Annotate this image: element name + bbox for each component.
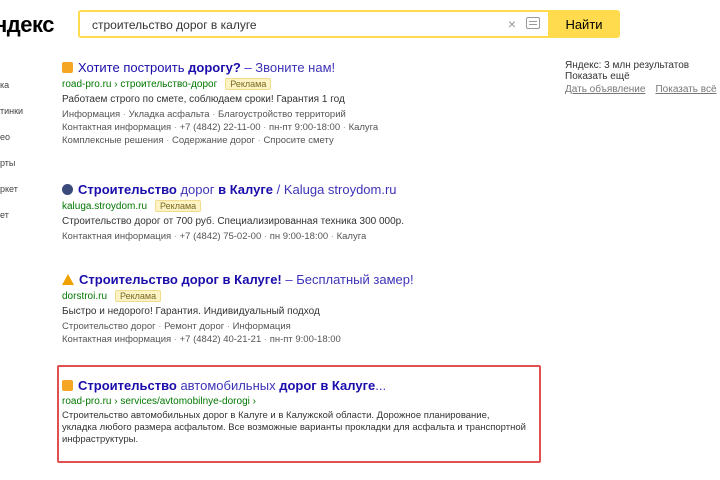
search-button[interactable]: Найти bbox=[548, 10, 620, 38]
result-url[interactable]: road-pro.ru › строительство-дорог Реклама bbox=[62, 78, 532, 90]
search-result: Строительство дорог в Калуге! – Бесплатн… bbox=[62, 272, 532, 345]
yandex-logo[interactable]: ндекс bbox=[0, 12, 54, 38]
ad-badge: Реклама bbox=[155, 200, 202, 212]
phone: +7 (4842) 22-11-00 bbox=[171, 122, 260, 133]
result-snippet: Работаем строго по смете, соблюдаем срок… bbox=[62, 94, 345, 105]
search-result: Строительство дорог в Калуге / Kaluga st… bbox=[62, 182, 532, 242]
hours: пн-пт 9:00-18:00 bbox=[261, 334, 341, 345]
sitelinks: ИнформацияУкладка асфальтаБлагоустройств… bbox=[62, 109, 532, 120]
result-title[interactable]: Строительство дорог в Калуге / Kaluga st… bbox=[62, 182, 532, 197]
extra-links: Комплексные решенияСодержание дорогСпрос… bbox=[62, 135, 532, 146]
results-count: Яндекс: 3 млн результатов bbox=[565, 60, 690, 71]
result-url[interactable]: kaluga.stroydom.ru Реклама bbox=[62, 200, 532, 212]
contact-line: Контактная информация+7 (4842) 75-02-00п… bbox=[62, 231, 532, 242]
sitelink[interactable]: Информация bbox=[224, 321, 291, 332]
search-result: Хотите построить дорогу? – Звоните нам! … bbox=[62, 60, 532, 146]
contact-link[interactable]: Контактная информация bbox=[62, 334, 171, 345]
keyboard-icon[interactable] bbox=[526, 17, 540, 29]
favicon-icon bbox=[62, 184, 73, 195]
nav-item[interactable]: ркет bbox=[0, 184, 30, 210]
extra-link[interactable]: Спросите смету bbox=[255, 135, 334, 146]
favicon-icon bbox=[62, 62, 73, 73]
nav-item[interactable]: ео bbox=[0, 132, 30, 158]
contact-line: Контактная информация+7 (4842) 22-11-00п… bbox=[62, 122, 532, 133]
result-title[interactable]: Хотите построить дорогу? – Звоните нам! bbox=[62, 60, 532, 75]
sitelink[interactable]: Ремонт дорог bbox=[156, 321, 225, 332]
search-box[interactable]: × bbox=[78, 10, 548, 38]
search-input[interactable] bbox=[90, 17, 474, 33]
nav-item[interactable]: рты bbox=[0, 158, 30, 184]
result-snippet: Строительство дорог от 700 руб. Специали… bbox=[62, 216, 405, 227]
right-panel: Яндекс: 3 млн результатов Показать ещё Д… bbox=[565, 60, 720, 95]
result-snippet: Быстро и недорого! Гарантия. Индивидуаль… bbox=[62, 306, 320, 317]
hours: пн-пт 9:00-18:00 bbox=[261, 122, 341, 133]
contact-line: Контактная информация+7 (4842) 40-21-21п… bbox=[62, 334, 532, 345]
result-snippet: Строительство автомобильных дорог в Калу… bbox=[62, 410, 526, 445]
sitelinks: Строительство дорогРемонт дорогИнформаци… bbox=[62, 321, 532, 332]
favicon-icon bbox=[62, 380, 73, 391]
city: Калуга bbox=[340, 122, 378, 133]
nav-item[interactable]: ка bbox=[0, 80, 30, 106]
post-ad-link[interactable]: Дать объявление bbox=[565, 84, 645, 95]
nav-item[interactable]: ет bbox=[0, 210, 30, 236]
search-result-highlighted: Строительство автомобильных дорог в Калу… bbox=[62, 378, 527, 446]
contact-link[interactable]: Контактная информация bbox=[62, 122, 171, 133]
result-url[interactable]: dorstroi.ru Реклама bbox=[62, 290, 532, 302]
left-nav: ка тинки ео рты ркет ет bbox=[0, 80, 30, 236]
ad-badge: Реклама bbox=[225, 78, 272, 90]
hours: пн 9:00-18:00 bbox=[261, 231, 328, 242]
phone: +7 (4842) 40-21-21 bbox=[171, 334, 261, 345]
show-all-link[interactable]: Показать всё bbox=[655, 84, 716, 95]
nav-item[interactable]: тинки bbox=[0, 106, 30, 132]
contact-link[interactable]: Контактная информация bbox=[62, 231, 171, 242]
extra-link[interactable]: Содержание дорог bbox=[164, 135, 255, 146]
sitelink[interactable]: Укладка асфальта bbox=[120, 109, 209, 120]
result-title[interactable]: Строительство автомобильных дорог в Калу… bbox=[62, 378, 527, 393]
extra-link[interactable]: Комплексные решения bbox=[62, 135, 164, 146]
ad-badge: Реклама bbox=[115, 290, 162, 302]
sitelink[interactable]: Строительство дорог bbox=[62, 321, 156, 332]
city: Калуга bbox=[328, 231, 366, 242]
favicon-icon bbox=[62, 274, 74, 285]
result-url[interactable]: road-pro.ru › services/avtomobilnye-doro… bbox=[62, 396, 527, 407]
sitelink[interactable]: Благоустройство территорий bbox=[210, 109, 346, 120]
clear-icon[interactable]: × bbox=[508, 16, 516, 32]
result-title[interactable]: Строительство дорог в Калуге! – Бесплатн… bbox=[62, 272, 532, 287]
sitelink[interactable]: Информация bbox=[62, 109, 120, 120]
results-subtitle[interactable]: Показать ещё bbox=[565, 71, 720, 82]
phone: +7 (4842) 75-02-00 bbox=[171, 231, 261, 242]
